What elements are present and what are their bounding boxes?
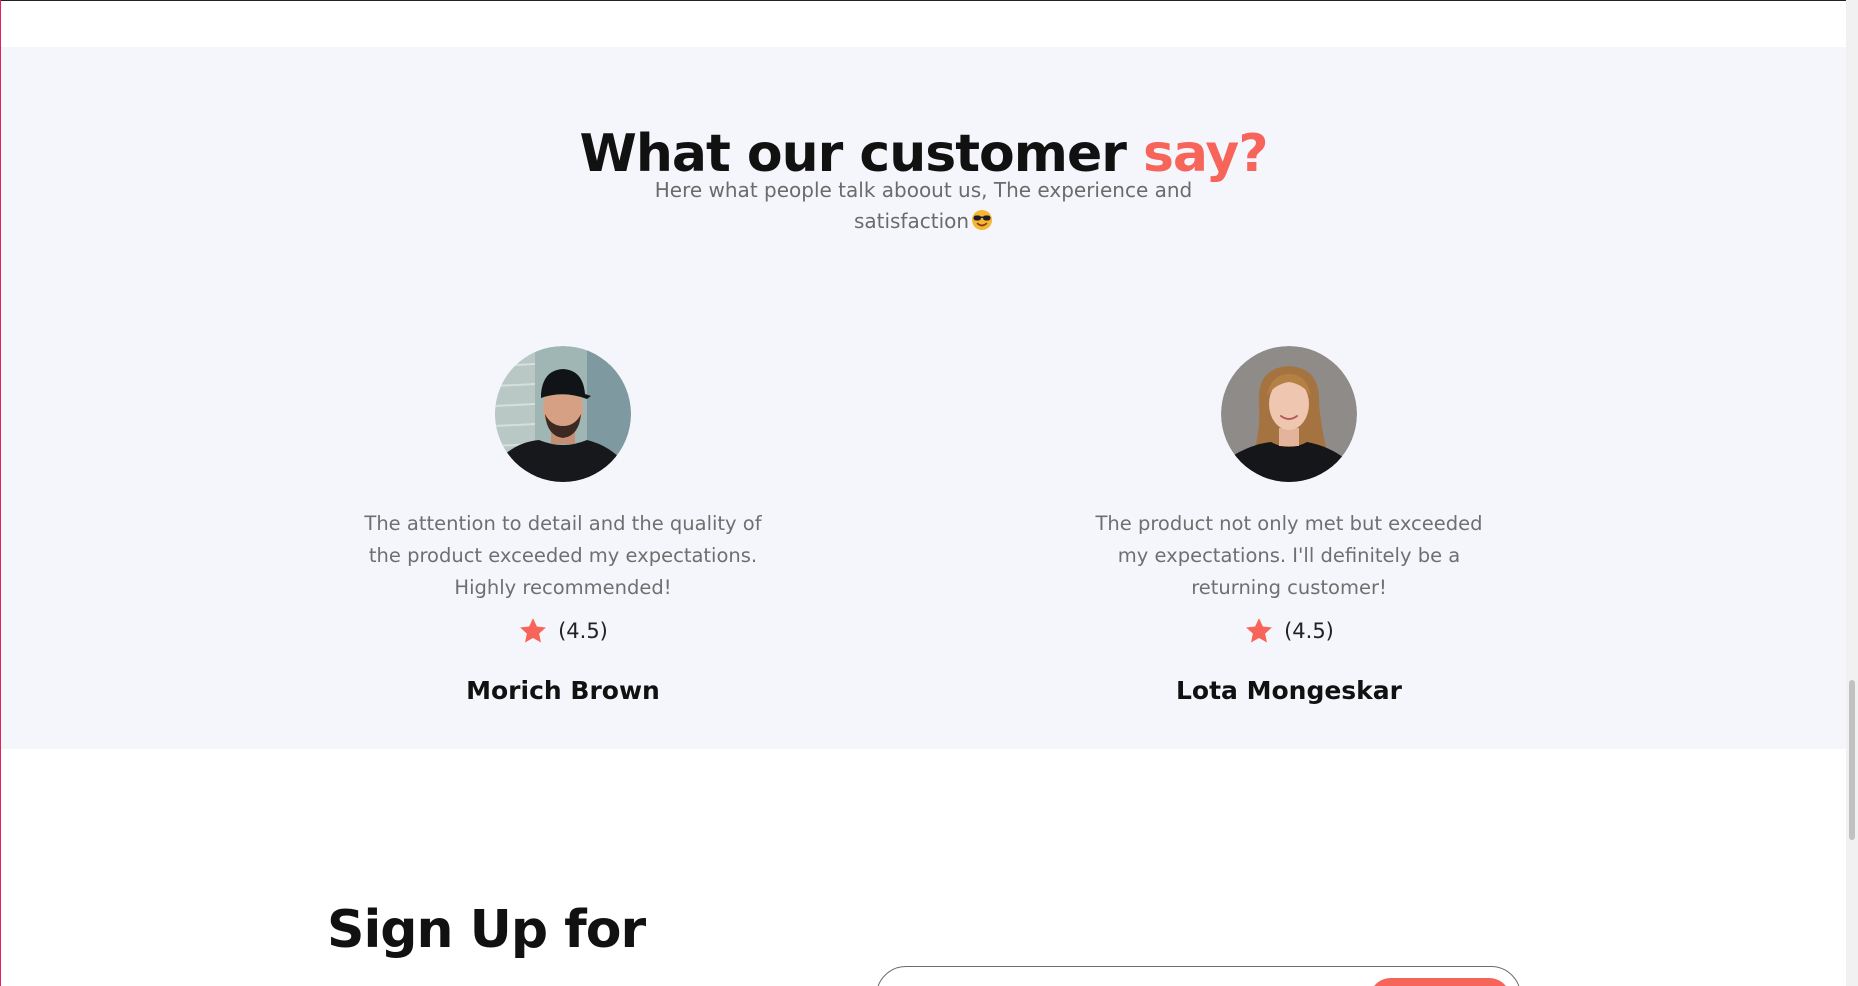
testimonial-rating: (4.5) <box>348 616 778 646</box>
testimonial-card-morich-brown: The attention to detail and the quality … <box>348 346 778 705</box>
testimonials-section: What our customer say? Here what people … <box>1 47 1846 749</box>
customer-name: Lota Mongeskar <box>1175 676 1403 705</box>
section-subtitle: Here what people talk aboout us, The exp… <box>641 175 1206 237</box>
sunglasses-emoji-icon <box>971 209 993 231</box>
page-top-border <box>0 0 1858 1</box>
scrollbar-thumb[interactable] <box>1849 680 1855 840</box>
subscribe-button[interactable] <box>1369 978 1511 986</box>
testimonial-quote: The attention to detail and the quality … <box>364 512 762 599</box>
testimonial-quote: The product not only met but exceeded my… <box>1095 512 1483 599</box>
testimonial-card-lota-mongeskar: The product not only met but exceeded my… <box>1074 346 1504 705</box>
blonde-woman-avatar <box>1221 346 1357 482</box>
testimonial-rating: (4.5) <box>1074 616 1504 646</box>
star-icon <box>518 616 548 646</box>
section-subtitle-text: Here what people talk aboout us, The exp… <box>654 178 1193 233</box>
rating-value: (4.5) <box>1284 619 1334 643</box>
man-in-black-cap-avatar <box>495 346 631 482</box>
rating-value: (4.5) <box>558 619 608 643</box>
star-icon <box>1244 616 1274 646</box>
customer-name: Morich Brown <box>466 676 660 705</box>
signup-title: Sign Up for <box>327 900 646 960</box>
